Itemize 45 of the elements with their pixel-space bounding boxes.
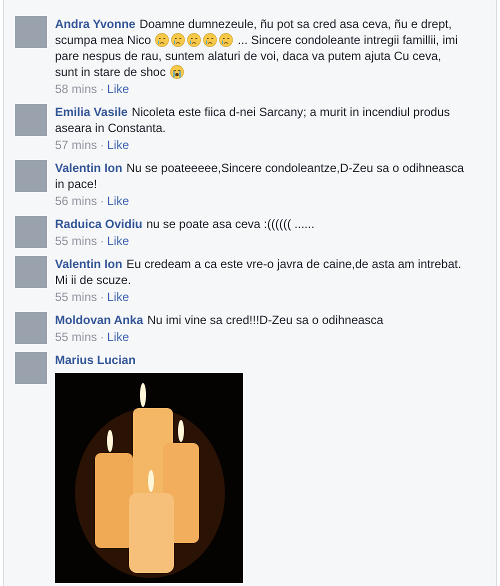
like-link[interactable]: Like [107,82,130,96]
comment-time: 57 mins [55,138,98,152]
candles-photo[interactable] [55,373,243,583]
avatar-photo-placeholder[interactable] [15,160,47,192]
avatar-photo-placeholder[interactable] [15,352,47,384]
avatar-photo-placeholder[interactable] [15,312,47,344]
comment-text: Valentin Ion Nu se poateeeee,Sincere condoleantze,D-Zeu sa o odihneasca in pace! [55,160,465,192]
comment-time: 55 mins [55,330,98,344]
crying-face-icon [203,33,218,47]
author-link[interactable]: Moldovan Anka [55,313,144,327]
author-link[interactable]: Andra Yvonne [55,17,136,31]
avatar-photo-placeholder[interactable] [15,216,47,248]
separator-dot: · [100,138,104,152]
separator-dot: · [100,82,104,96]
separator-dot: · [100,330,104,344]
comment-time: 58 mins [55,82,98,96]
author-link[interactable]: Emilia Vasile [55,105,128,119]
crying-face-icon [171,33,186,47]
author-link[interactable]: Marius Lucian [55,353,136,367]
crying-face-icon [155,33,170,47]
crying-face-icon [187,33,202,47]
avatar-photo-placeholder[interactable] [15,16,47,48]
comment-time: 55 mins [55,234,98,248]
comment-text: Raduica Ovidiu nu se poate asa ceva :(((((( ...... [55,216,316,232]
comment-time: 55 mins [55,290,98,304]
comment-text: Valentin Ion Eu credeam a ca este vre-o javra de caine,de asta am intrebat. Mi ii de scuze. [55,256,462,288]
sobbing-face-icon [170,65,184,79]
comment-text: Emilia Vasile Nicoleta este fiica d-nei Sarcany; a murit in incendiul produs aseara in Constanta. [55,104,451,136]
like-link[interactable]: Like [107,138,130,152]
author-link[interactable]: Valentin Ion [55,257,122,271]
separator-dot: · [100,234,104,248]
like-link[interactable]: Like [107,234,130,248]
like-link[interactable]: Like [107,290,130,304]
avatar-photo-placeholder[interactable] [15,256,47,288]
separator-dot: · [100,290,104,304]
comment-time: 56 mins [55,194,98,208]
author-link[interactable]: Valentin Ion [55,161,122,175]
comment-text: Andra Yvonne Doamne dumnezeule, ñu pot sa cred asa ceva, ñu e drept, scumpa mea Nico ... Sincere condoleante intregii famillii, imi pare nespus de rau, suntem alaturi de voi, daca va putem ajuta Cu ceva, sunt in stare de shoc [55,16,459,80]
like-link[interactable]: Like [107,330,130,344]
author-link[interactable]: Raduica Ovidiu [55,217,142,231]
like-link[interactable]: Like [107,194,130,208]
comment-text: Moldovan Anka Nu imi vine sa cred!!!D-Zeu sa o odihneasca [55,312,384,328]
crying-face-icon [219,33,234,47]
separator-dot: · [100,194,104,208]
avatar-photo-placeholder[interactable] [15,104,47,136]
